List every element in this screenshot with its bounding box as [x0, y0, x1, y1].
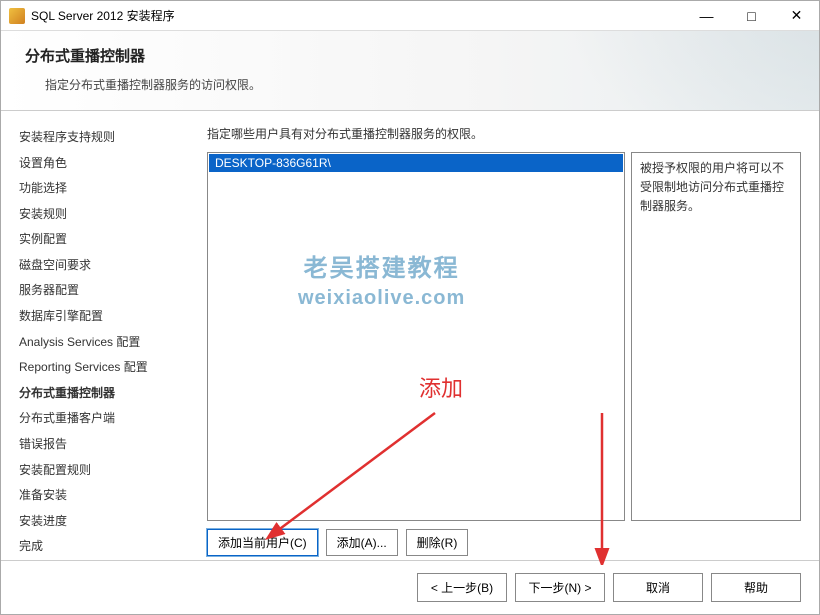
sidebar-step-5[interactable]: 磁盘空间要求	[19, 253, 189, 279]
main-panel: 指定哪些用户具有对分布式重播控制器服务的权限。 DESKTOP-836G61R\…	[207, 121, 801, 560]
help-button[interactable]: 帮助	[711, 573, 801, 602]
installer-window: SQL Server 2012 安装程序 — □ ✕ 分布式重播控制器 指定分布…	[0, 0, 820, 615]
remove-user-button[interactable]: 删除(R)	[406, 529, 469, 556]
sidebar-step-8[interactable]: Analysis Services 配置	[19, 330, 189, 356]
sidebar-step-12[interactable]: 错误报告	[19, 432, 189, 458]
main-description: 指定哪些用户具有对分布式重播控制器服务的权限。	[207, 121, 801, 152]
minimize-button[interactable]: —	[684, 1, 729, 30]
page-subtitle: 指定分布式重播控制器服务的访问权限。	[25, 76, 795, 93]
sidebar-step-14[interactable]: 准备安装	[19, 483, 189, 509]
back-button[interactable]: < 上一步(B)	[417, 573, 507, 602]
sidebar-step-7[interactable]: 数据库引擎配置	[19, 304, 189, 330]
step-sidebar: 安装程序支持规则设置角色功能选择安装规则实例配置磁盘空间要求服务器配置数据库引擎…	[19, 121, 189, 560]
permission-hint: 被授予权限的用户将可以不受限制地访问分布式重播控制器服务。	[631, 152, 801, 521]
close-button[interactable]: ✕	[774, 1, 819, 30]
titlebar: SQL Server 2012 安装程序 — □ ✕	[1, 1, 819, 31]
user-listbox[interactable]: DESKTOP-836G61R\ 老吴搭建教程 weixiaolive.com	[207, 152, 625, 521]
user-list-item[interactable]: DESKTOP-836G61R\	[209, 154, 623, 172]
sidebar-step-15[interactable]: 安装进度	[19, 509, 189, 535]
sidebar-step-0[interactable]: 安装程序支持规则	[19, 125, 189, 151]
window-controls: — □ ✕	[684, 1, 819, 30]
sidebar-step-2[interactable]: 功能选择	[19, 176, 189, 202]
add-current-user-button[interactable]: 添加当前用户(C)	[207, 529, 318, 556]
sidebar-step-3[interactable]: 安装规则	[19, 202, 189, 228]
sidebar-step-11[interactable]: 分布式重播客户端	[19, 406, 189, 432]
user-buttons: 添加当前用户(C) 添加(A)... 删除(R)	[207, 521, 801, 560]
watermark-line2: weixiaolive.com	[298, 287, 465, 310]
maximize-button[interactable]: □	[729, 1, 774, 30]
cancel-button[interactable]: 取消	[613, 573, 703, 602]
user-panel: DESKTOP-836G61R\ 老吴搭建教程 weixiaolive.com …	[207, 152, 801, 521]
add-user-button[interactable]: 添加(A)...	[326, 529, 398, 556]
watermark: 老吴搭建教程 weixiaolive.com	[298, 248, 465, 310]
sidebar-step-16[interactable]: 完成	[19, 534, 189, 560]
wizard-footer: < 上一步(B) 下一步(N) > 取消 帮助	[1, 560, 819, 614]
window-title: SQL Server 2012 安装程序	[31, 7, 684, 24]
page-title: 分布式重播控制器	[25, 45, 795, 66]
sidebar-step-9[interactable]: Reporting Services 配置	[19, 355, 189, 381]
sidebar-step-13[interactable]: 安装配置规则	[19, 458, 189, 484]
sidebar-step-1[interactable]: 设置角色	[19, 151, 189, 177]
content-body: 安装程序支持规则设置角色功能选择安装规则实例配置磁盘空间要求服务器配置数据库引擎…	[1, 111, 819, 560]
page-header: 分布式重播控制器 指定分布式重播控制器服务的访问权限。	[1, 31, 819, 111]
next-button[interactable]: 下一步(N) >	[515, 573, 605, 602]
sidebar-step-4[interactable]: 实例配置	[19, 227, 189, 253]
app-icon	[9, 8, 25, 24]
sidebar-step-6[interactable]: 服务器配置	[19, 278, 189, 304]
sidebar-step-10[interactable]: 分布式重播控制器	[19, 381, 189, 407]
watermark-line1: 老吴搭建教程	[298, 248, 465, 283]
